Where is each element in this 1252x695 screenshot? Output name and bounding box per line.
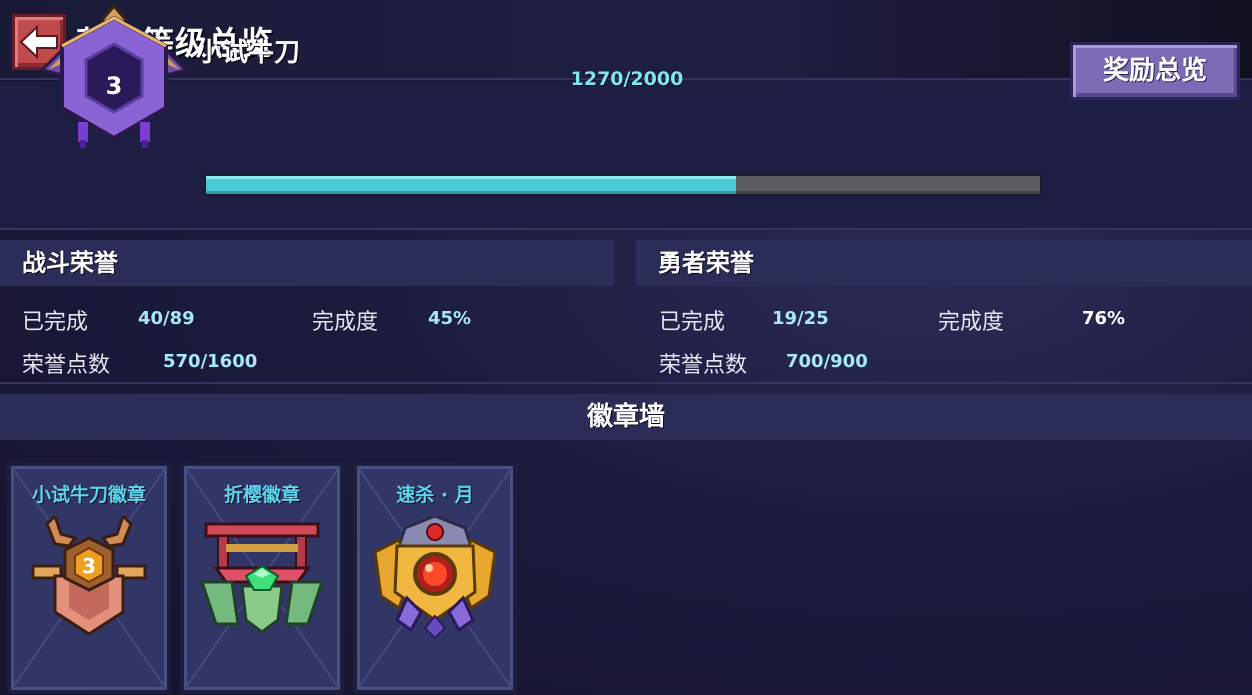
rank-name: 小试牛刀 (196, 38, 301, 68)
xp-progress-fill (206, 176, 736, 194)
badge-name: 折樱徽章 (223, 484, 300, 506)
reward-overview-button[interactable]: 奖励总览 (1070, 42, 1240, 100)
golden-crest-ruby-badge-icon (373, 516, 497, 640)
badge-name: 小试牛刀徽章 (31, 484, 146, 506)
badge-card-1[interactable]: 小试牛刀徽章 3 (7, 462, 171, 694)
hero-honor-header: 勇者荣誉 (636, 240, 1252, 286)
battle-degree-value: 45% (428, 308, 472, 329)
badge-wall-header: 徽章墙 (0, 394, 1252, 440)
xp-progress-text: 1270/2000 (570, 68, 684, 90)
battle-points-label: 荣誉点数 (22, 353, 111, 378)
battle-honor-header: 战斗荣誉 (0, 240, 614, 286)
hero-completed-label: 已完成 (659, 310, 726, 335)
torii-emerald-badge-icon (199, 522, 325, 634)
hero-points-value: 700/900 (786, 351, 868, 372)
hero-completed-value: 19/25 (772, 308, 829, 329)
hero-degree-value: 76% (1082, 308, 1126, 329)
badge-card-2[interactable]: 折樱徽章 (180, 462, 344, 694)
hero-degree-label: 完成度 (938, 310, 1005, 335)
hero-points-label: 荣誉点数 (659, 353, 748, 378)
battle-points-value: 570/1600 (163, 351, 258, 372)
battle-completed-label: 已完成 (22, 310, 89, 335)
badge-card-3[interactable]: 速杀 · 月 (353, 462, 517, 694)
battle-completed-value: 40/89 (138, 308, 195, 329)
svg-text:3: 3 (82, 554, 96, 578)
badge-name: 速杀 · 月 (396, 484, 474, 506)
battle-degree-label: 完成度 (312, 310, 379, 335)
horned-shield-badge-icon: 3 (31, 516, 147, 636)
xp-progress-bar (204, 174, 1042, 196)
section-divider (0, 382, 1252, 384)
rank-level-number: 3 (105, 72, 123, 100)
